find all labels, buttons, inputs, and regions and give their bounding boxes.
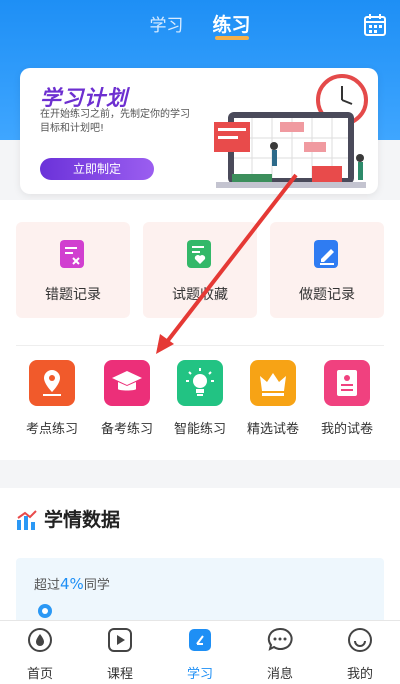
nav-study[interactable]: 学习 — [160, 627, 240, 682]
home-icon — [28, 628, 52, 652]
option-label: 考点练习 — [25, 422, 78, 437]
banner-description: 在开始练习之前，先制定你的学习目标和计划吧! — [40, 109, 190, 134]
nav-label: 课程 — [106, 667, 133, 682]
location-pin-icon — [29, 360, 75, 406]
nav-label: 我的 — [346, 667, 373, 682]
learning-data-section: 学情数据 超过4%同学 — [0, 488, 400, 628]
message-icon — [267, 627, 293, 651]
option-label: 智能练习 — [173, 422, 226, 437]
calendar-icon[interactable] — [364, 14, 386, 36]
option-exam-point-practice[interactable]: 考点练习 — [12, 360, 92, 437]
stat-box: 超过4%同学 — [16, 558, 384, 628]
error-record-icon — [60, 240, 84, 268]
option-my-papers[interactable]: 我的试卷 — [307, 360, 387, 437]
option-label: 精选试卷 — [246, 422, 299, 437]
tab-practice[interactable]: 练习 — [213, 10, 251, 40]
card-label: 试题收藏 — [172, 287, 228, 303]
card-favorites[interactable]: 试题收藏 — [143, 222, 257, 318]
progress-pin-icon — [38, 604, 52, 618]
make-plan-button[interactable]: 立即制定 — [40, 158, 154, 180]
planner-illustration — [214, 74, 368, 188]
bar-chart-icon — [17, 510, 37, 530]
practice-options: 考点练习 备考练习 智能练习 精选试卷 我的试卷 — [0, 360, 400, 444]
card-practice-record[interactable]: 做题记录 — [270, 222, 384, 318]
stat-percent: 4% — [60, 575, 84, 593]
nav-home[interactable]: 首页 — [0, 627, 80, 682]
nav-message[interactable]: 消息 — [240, 627, 320, 682]
option-exam-prep-practice[interactable]: 备考练习 — [87, 360, 167, 437]
option-selected-papers[interactable]: 精选试卷 — [233, 360, 313, 437]
study-plan-banner[interactable]: 学习计划 在开始练习之前，先制定你的学习目标和计划吧! 立即制定 — [20, 68, 378, 194]
crown-icon — [250, 360, 296, 406]
nav-label: 首页 — [26, 667, 53, 682]
card-label: 做题记录 — [299, 287, 355, 303]
profile-icon — [348, 628, 372, 652]
paper-icon — [324, 360, 370, 406]
record-cards: 错题记录 试题收藏 做题记录 — [16, 222, 384, 318]
practice-record-icon — [314, 240, 338, 268]
lightbulb-icon — [177, 360, 223, 406]
graduation-cap-icon — [104, 360, 150, 406]
card-error-record[interactable]: 错题记录 — [16, 222, 130, 318]
tab-study[interactable]: 学习 — [149, 11, 183, 36]
study-icon — [189, 629, 211, 651]
option-label: 备考练习 — [100, 422, 153, 437]
nav-label: 消息 — [266, 667, 293, 682]
course-icon — [108, 628, 132, 652]
nav-label: 学习 — [186, 667, 213, 682]
card-label: 错题记录 — [45, 287, 101, 303]
stat-text: 超过4%同学 — [34, 575, 110, 593]
nav-course[interactable]: 课程 — [80, 627, 160, 682]
option-label: 我的试卷 — [320, 422, 373, 437]
bottom-nav: 首页 课程 学习 消息 我的 — [0, 620, 400, 684]
learning-data-title: 学情数据 — [44, 509, 121, 531]
section-divider — [16, 345, 384, 346]
option-smart-practice[interactable]: 智能练习 — [160, 360, 240, 437]
nav-profile[interactable]: 我的 — [320, 627, 400, 682]
favorite-icon — [187, 240, 211, 268]
header-tabs: 学习 练习 — [0, 10, 400, 40]
